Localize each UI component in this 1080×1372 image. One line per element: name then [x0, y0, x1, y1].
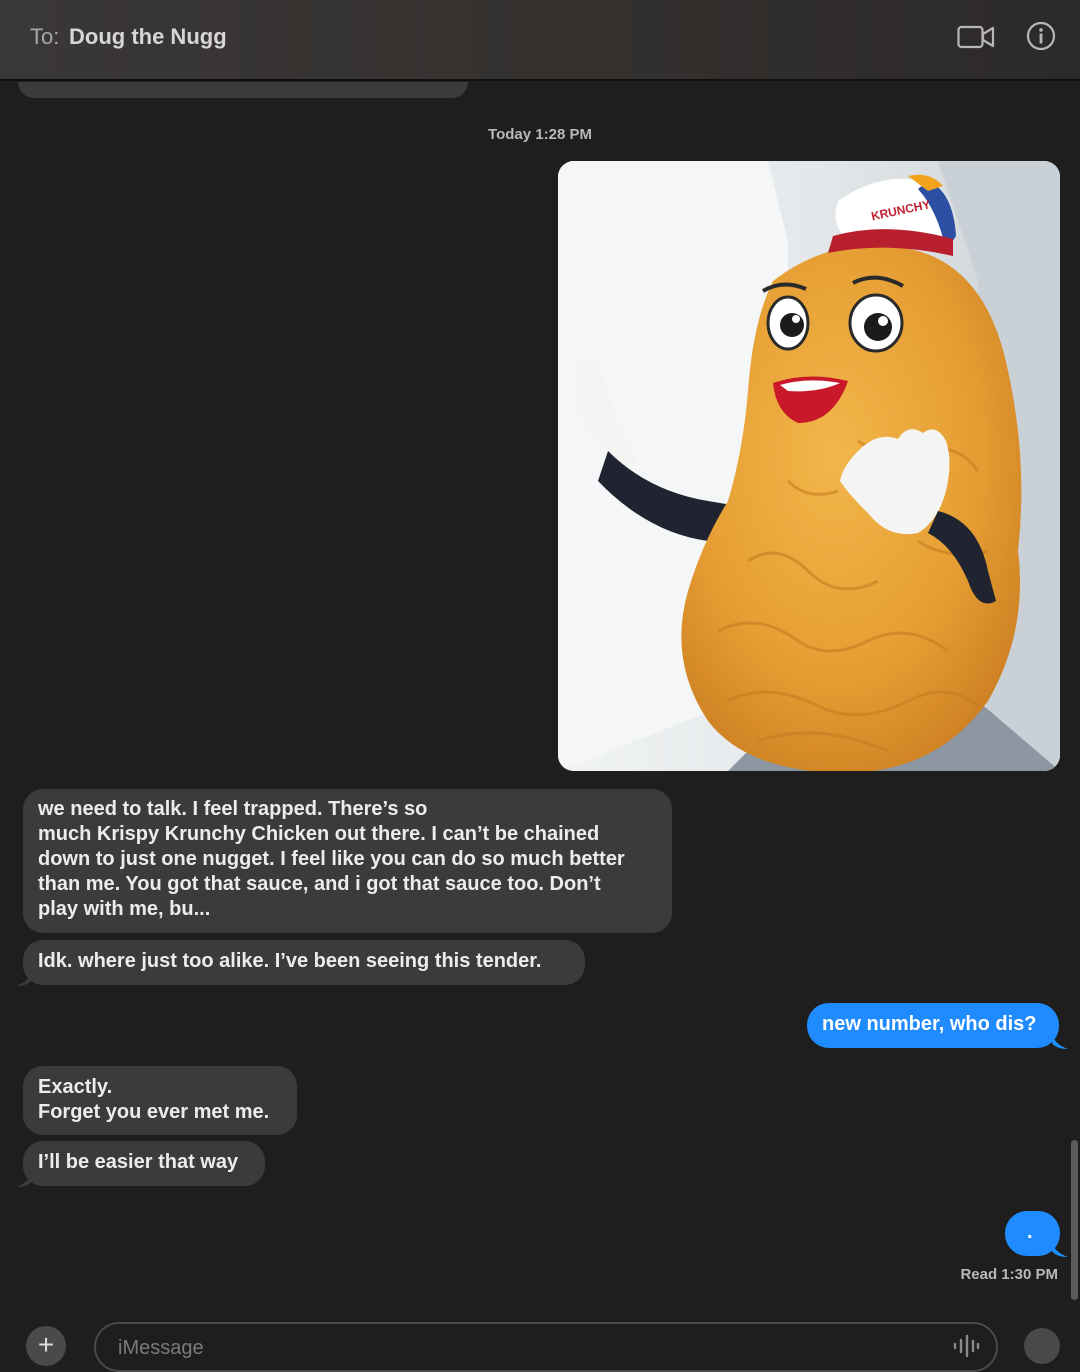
photo-attachment[interactable]: KRUNCHY [558, 161, 1060, 771]
message-line: we need to talk. I feel trapped. There’s… [38, 798, 428, 820]
emoji-icon[interactable] [1024, 1328, 1060, 1364]
message-line: Idk. where just too alike. I’ve been see… [38, 950, 542, 972]
message-line: much Krispy Krunchy Chicken out there. I… [38, 823, 600, 845]
bubble-tail [1052, 1243, 1068, 1257]
nugget-mascot-image: KRUNCHY [558, 161, 1060, 771]
message-line: Forget you ever met me. [38, 1101, 270, 1123]
message-line: . [1027, 1221, 1033, 1243]
message-line: than me. You got that sauce, and i got t… [38, 873, 601, 895]
previous-message-bubble [18, 82, 468, 98]
incoming-message-1[interactable]: we need to talk. I feel trapped. There’s… [23, 789, 672, 933]
bubble-tail [16, 972, 32, 986]
message-input-field[interactable] [94, 1322, 998, 1372]
add-attachment-button[interactable]: + [26, 1326, 66, 1366]
bubble-tail [16, 1173, 32, 1187]
recipient-name[interactable]: Doug the Nugg [69, 24, 227, 50]
message-input[interactable] [116, 1332, 920, 1364]
bubble-tail [1052, 1035, 1068, 1049]
audio-waveform-icon[interactable] [952, 1334, 980, 1358]
outgoing-message-1[interactable]: new number, who dis? [807, 1003, 1059, 1048]
message-line: new number, who dis? [822, 1013, 1037, 1035]
message-line: Exactly. [38, 1076, 113, 1098]
read-receipt: Read 1:30 PM [960, 1266, 1058, 1283]
incoming-message-3[interactable]: Exactly. Forget you ever met me. [23, 1066, 297, 1135]
incoming-message-2[interactable]: Idk. where just too alike. I’ve been see… [23, 940, 585, 985]
info-icon[interactable] [1026, 21, 1056, 51]
to-label: To: [30, 24, 60, 49]
message-line: down to just one nugget. I feel like you… [38, 848, 625, 870]
conversation-header: To: Doug the Nugg [0, 0, 1080, 81]
message-line: I’ll be easier that way [38, 1151, 239, 1173]
incoming-message-4[interactable]: I’ll be easier that way [23, 1141, 265, 1186]
message-line: play with me, bu... [38, 898, 211, 920]
video-camera-icon[interactable] [957, 24, 995, 50]
conversation-timestamp: Today 1:28 PM [488, 126, 592, 143]
scrollbar[interactable] [1071, 1140, 1078, 1300]
